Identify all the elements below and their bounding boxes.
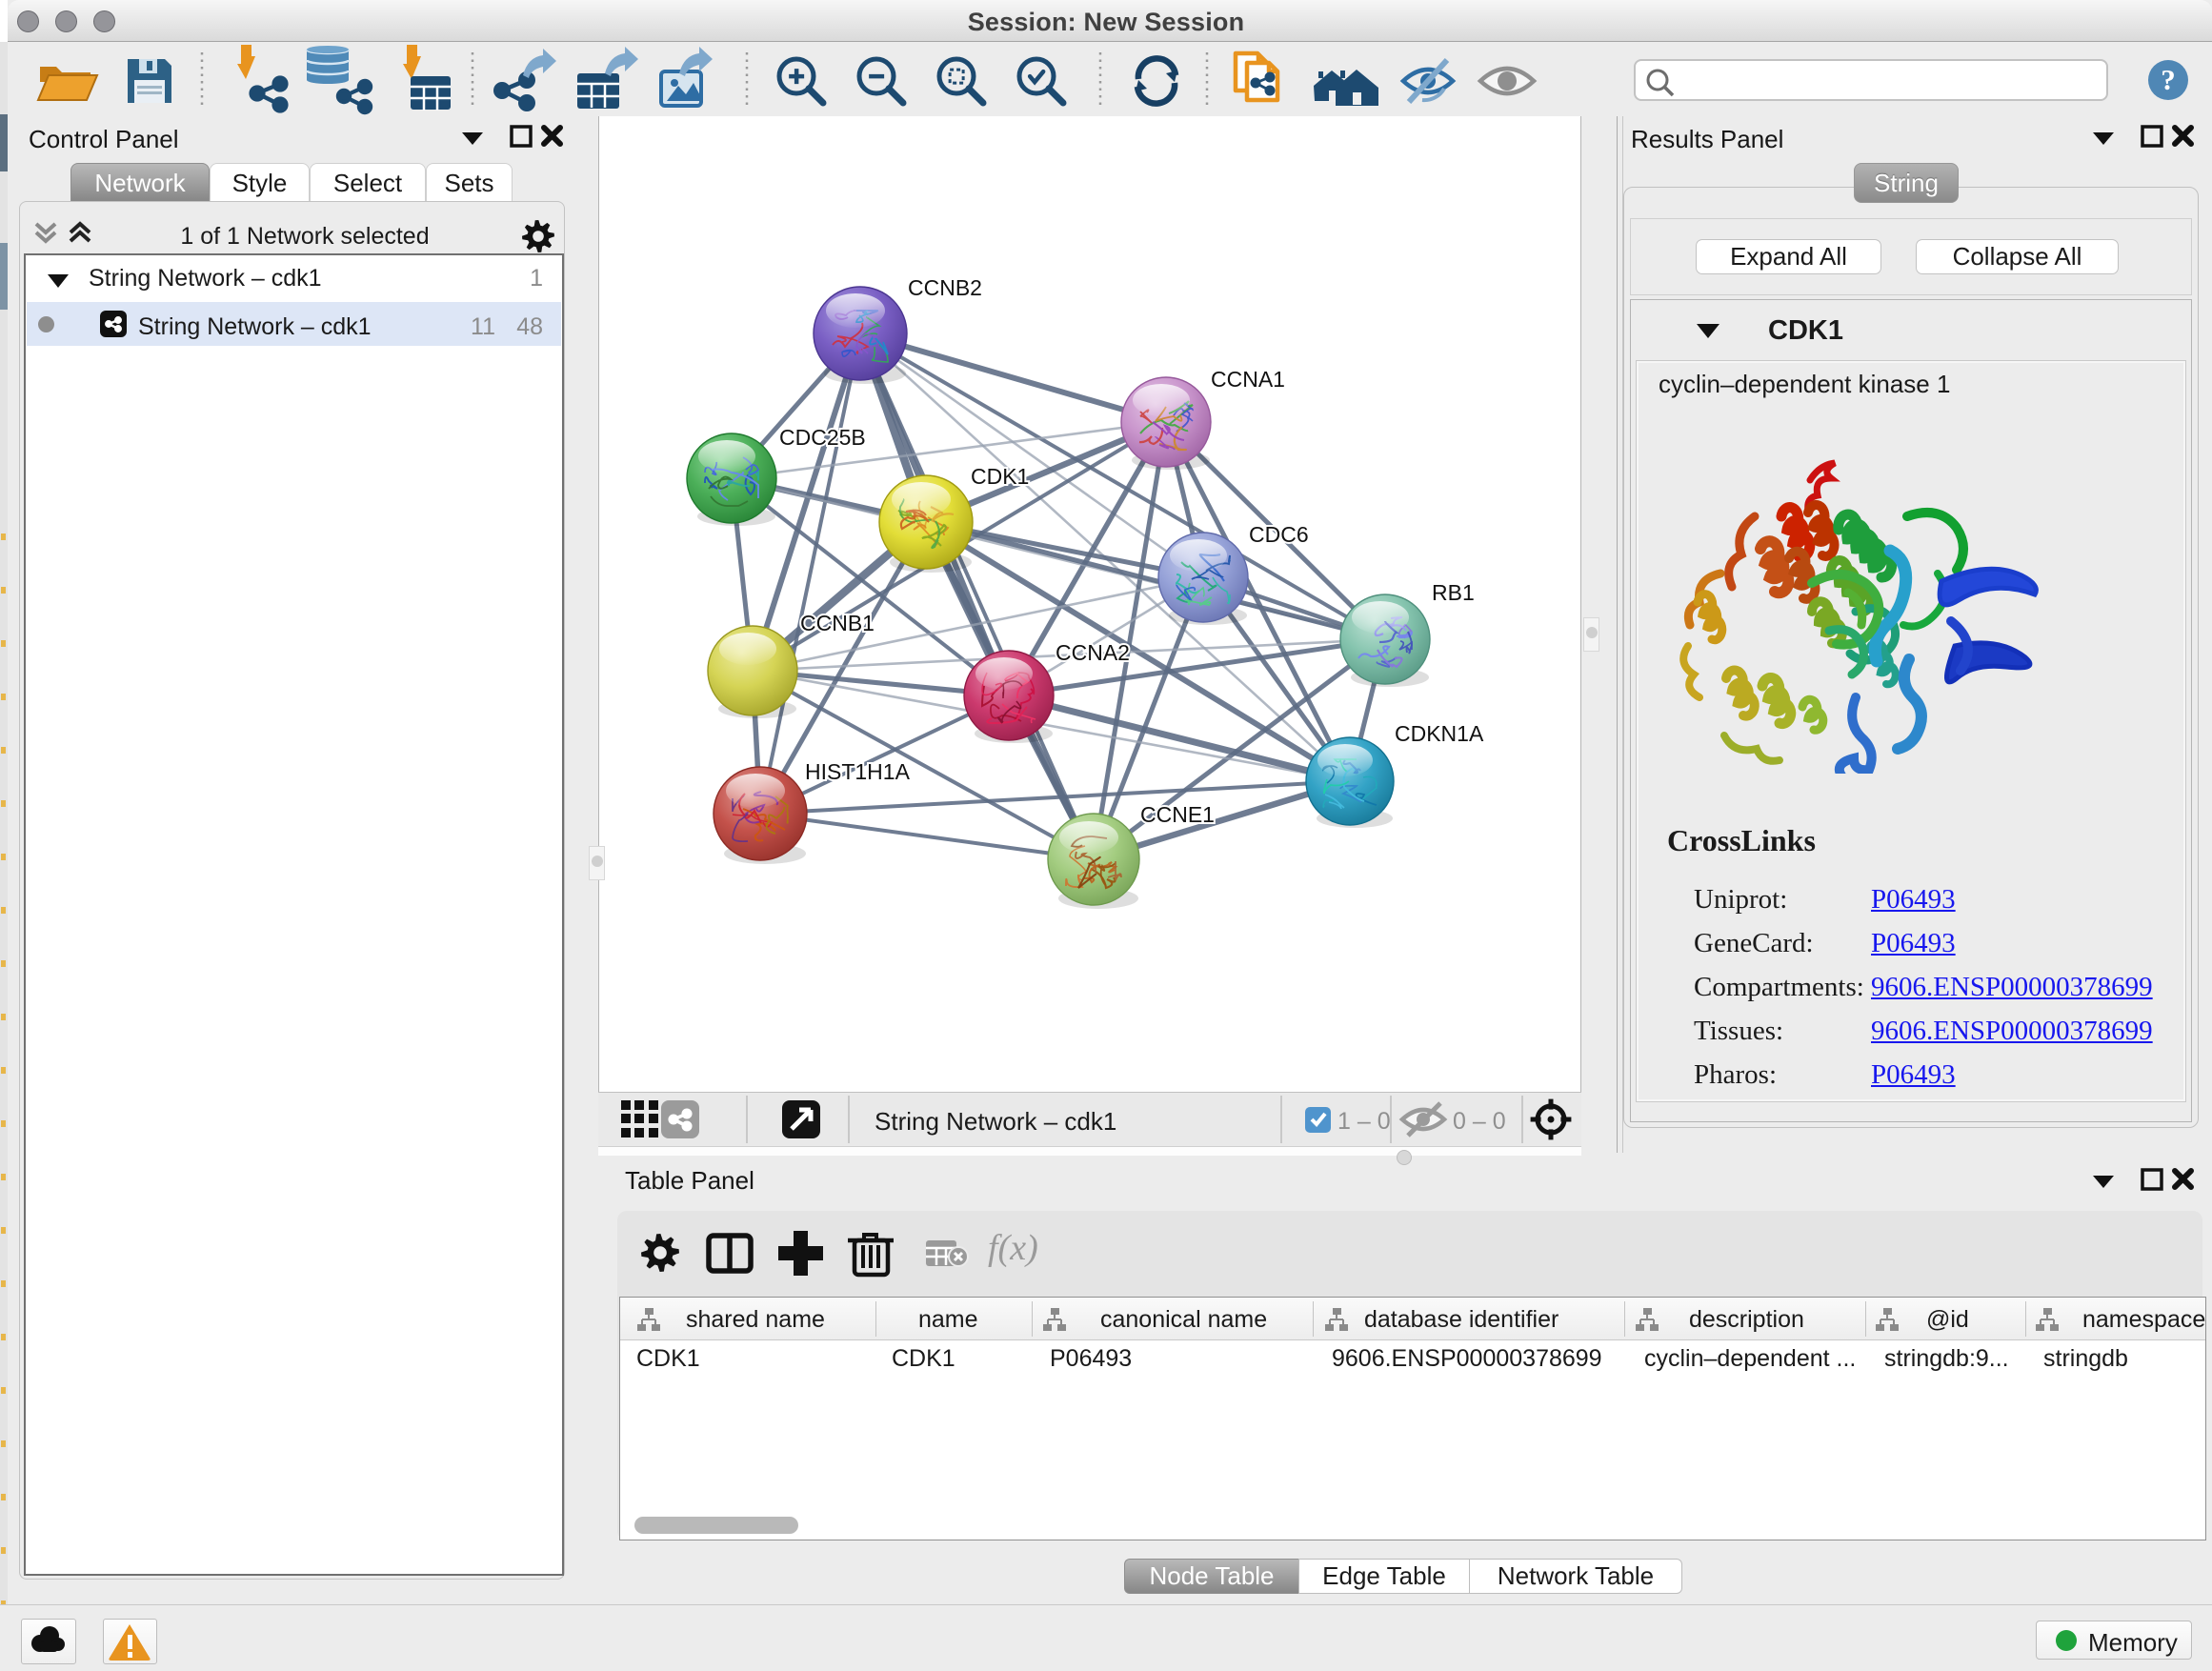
svg-text:CDK1: CDK1 [971,464,1029,489]
svg-text:?: ? [2161,63,2176,96]
svg-text:CDC25B: CDC25B [779,425,866,450]
svg-text:CCNE1: CCNE1 [1140,802,1215,827]
svg-text:HIST1H1A: HIST1H1A [805,759,911,784]
svg-text:CCNB2: CCNB2 [908,275,982,300]
svg-text:CDKN1A: CDKN1A [1395,721,1484,746]
svg-text:CCNB1: CCNB1 [800,611,875,635]
svg-text:RB1: RB1 [1432,580,1475,605]
svg-text:CCNA1: CCNA1 [1211,367,1285,392]
svg-text:CDC6: CDC6 [1249,522,1309,547]
svg-text:CCNA2: CCNA2 [1056,640,1130,665]
